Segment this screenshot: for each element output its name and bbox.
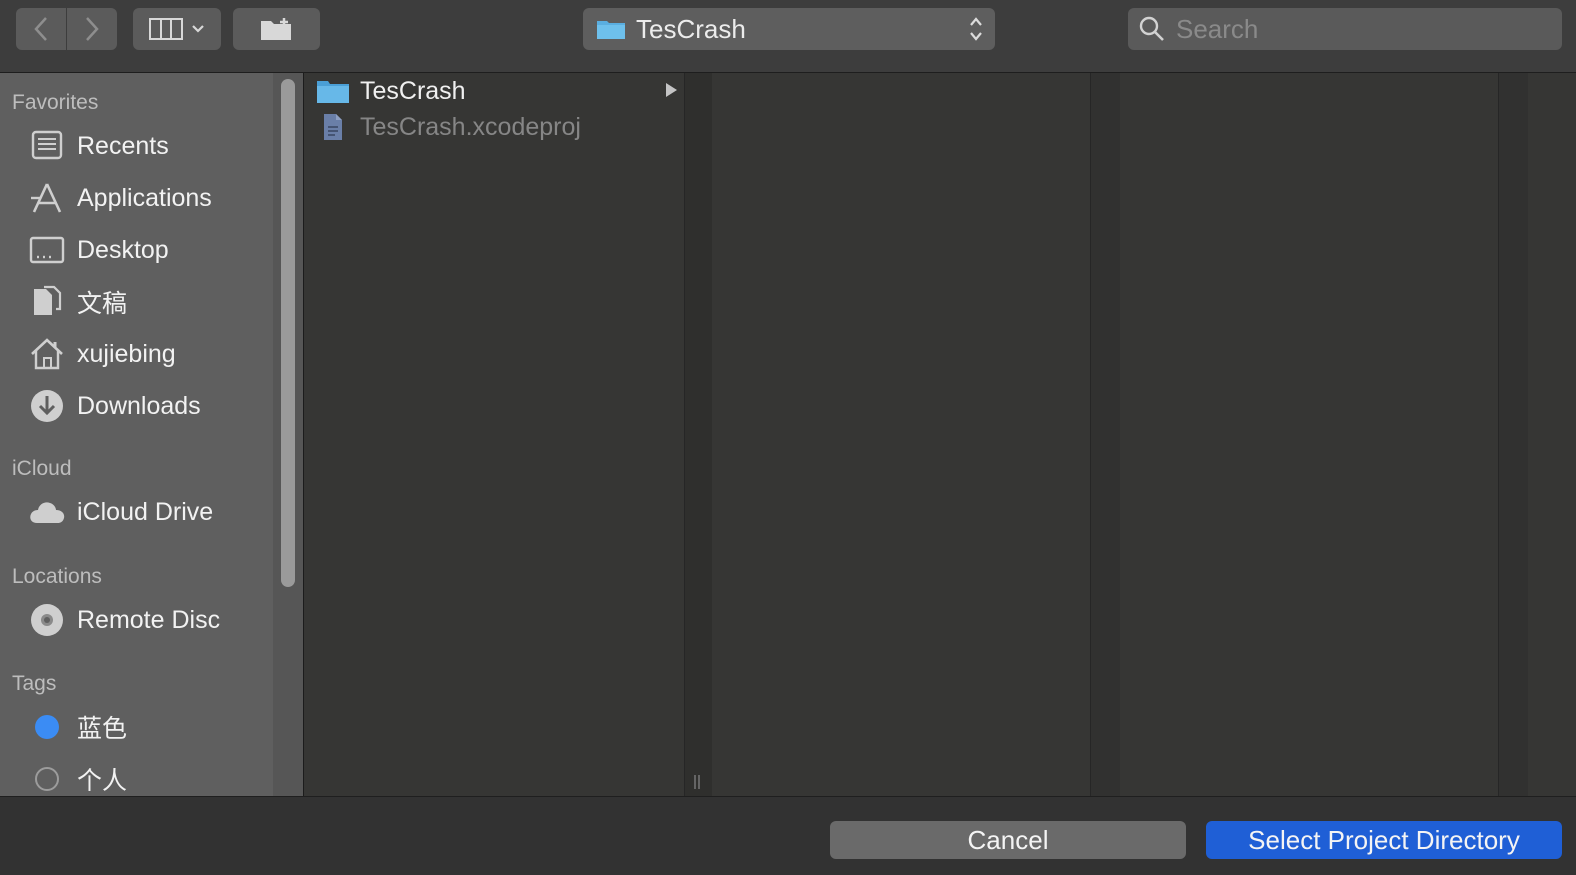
disc-icon (27, 600, 67, 640)
locations-header: Locations (12, 565, 102, 588)
sidebar-item-home[interactable]: xujiebing (0, 331, 273, 377)
column-divider (1498, 73, 1530, 796)
sidebar-item-applications[interactable]: Applications (0, 175, 273, 221)
sidebar-item-icloud-drive[interactable]: iCloud Drive (0, 489, 273, 535)
file-row-xcodeproj[interactable]: TesCrash.xcodeproj (304, 109, 684, 145)
sidebar-item-downloads[interactable]: Downloads (0, 383, 273, 429)
file-row-folder[interactable]: TesCrash (304, 73, 684, 109)
sidebar-scrollbar[interactable] (273, 73, 305, 796)
cancel-button[interactable]: Cancel (830, 821, 1186, 859)
columns-view-icon (149, 18, 183, 40)
sidebar-item-label: 文稿 (77, 290, 128, 318)
browser-column-1: TesCrash TesCrash.xcodeproj (304, 73, 684, 796)
sidebar-item-label: 个人 (77, 767, 128, 795)
search-input[interactable] (1174, 12, 1548, 46)
sidebar-item-label: Downloads (77, 391, 201, 420)
column-resize-handle-icon[interactable] (692, 774, 702, 790)
applications-icon (27, 178, 67, 218)
browser-column-4 (1528, 73, 1576, 796)
icloud-header: iCloud (12, 457, 72, 480)
sidebar-item-label: Desktop (77, 235, 169, 264)
dialog-footer: Cancel Select Project Directory (0, 796, 1576, 875)
folder-icon (597, 21, 625, 39)
tag-color-dot-icon (27, 707, 67, 747)
column-divider (1090, 73, 1122, 796)
sidebar-item-documents[interactable]: 文稿 (0, 279, 273, 325)
file-name: TesCrash.xcodeproj (360, 112, 581, 141)
sidebar-item-remote-disc[interactable]: Remote Disc (0, 597, 273, 643)
disclosure-arrow-icon (666, 83, 677, 97)
back-button[interactable] (16, 8, 66, 50)
sidebar-item-tag-blue[interactable]: 蓝色 (0, 704, 273, 750)
tag-empty-circle-icon (27, 759, 67, 796)
sidebar-item-label: Recents (77, 131, 169, 160)
chevron-left-icon (34, 17, 47, 41)
sidebar-item-label: Applications (77, 183, 212, 212)
column-divider (684, 73, 714, 796)
sidebar-item-recents[interactable]: Recents (0, 123, 273, 169)
chevron-right-icon (86, 17, 99, 41)
sidebar-item-label: 蓝色 (77, 715, 128, 743)
forward-button[interactable] (67, 8, 117, 50)
home-icon (27, 334, 67, 374)
search-icon (1139, 16, 1164, 41)
new-folder-icon (260, 18, 291, 40)
select-project-directory-button[interactable]: Select Project Directory (1206, 821, 1562, 859)
sidebar-item-desktop[interactable]: Desktop (0, 227, 273, 273)
sidebar-item-label: Remote Disc (77, 605, 221, 634)
desktop-icon (27, 230, 67, 270)
new-folder-button[interactable] (233, 8, 320, 50)
sidebar-scrollbar-thumb[interactable] (281, 79, 295, 587)
recents-icon (27, 126, 67, 166)
search-field[interactable] (1128, 8, 1562, 50)
documents-icon (27, 282, 67, 322)
cloud-icon (27, 492, 67, 532)
file-name: TesCrash (360, 76, 466, 105)
sidebar-item-label: iCloud Drive (77, 497, 214, 526)
sidebar: Favorites Recents Applications Desktop 文… (0, 73, 273, 796)
downloads-icon (27, 386, 67, 426)
chevron-down-icon (192, 25, 204, 33)
view-mode-button[interactable] (133, 8, 221, 50)
browser-column-3 (1120, 73, 1498, 796)
folder-icon (316, 78, 350, 104)
toolbar: TesCrash (0, 0, 1576, 73)
location-label: TesCrash (636, 13, 746, 44)
tags-header: Tags (12, 672, 57, 695)
sidebar-item-tag-personal[interactable]: 个人 (0, 756, 273, 796)
xcode-project-file-icon (316, 113, 350, 141)
up-down-chevron-icon (970, 17, 982, 41)
favorites-header: Favorites (12, 91, 99, 114)
location-popup[interactable]: TesCrash (583, 8, 995, 50)
sidebar-item-label: xujiebing (77, 339, 176, 368)
browser-column-2 (712, 73, 1090, 796)
